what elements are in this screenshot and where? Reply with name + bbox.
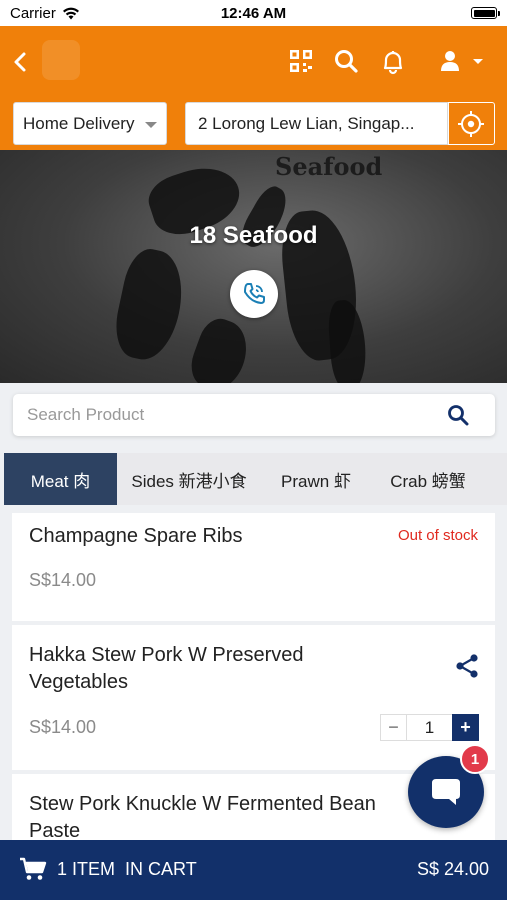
banner-brush-stroke (326, 298, 369, 383)
tab-prawn[interactable]: Prawn 虾 (261, 453, 371, 505)
product-name-line: Vegetables (29, 671, 128, 693)
stock-status: Out of stock (397, 527, 478, 544)
caret-down-icon[interactable] (471, 48, 485, 74)
increment-button[interactable]: + (452, 714, 479, 741)
user-icon[interactable] (437, 48, 463, 74)
share-icon[interactable] (455, 653, 479, 679)
quantity-stepper: − 1 + (380, 714, 479, 741)
product-name-line: Hakka Stew Pork W Preserved (29, 644, 304, 666)
tab-sides[interactable]: Sides 新港小食 (117, 453, 261, 505)
cart-item-count: 1 ITEM IN CART (57, 859, 197, 879)
product-name: Champagne Spare Ribs (29, 525, 243, 547)
phone-icon (244, 283, 265, 304)
chat-icon (432, 779, 460, 805)
status-left: Carrier (10, 5, 80, 22)
locate-button[interactable] (448, 102, 495, 145)
product-name: Hakka Stew Pork W Preserved Vegetables (29, 642, 304, 696)
cart-bar[interactable]: 1 ITEM IN CART S$ 24.00 (0, 840, 507, 900)
delivery-selectors: Home Delivery 2 Lorong Lew Lian, Singap.… (13, 102, 495, 145)
product-price: S$14.00 (29, 570, 97, 590)
header-toolbar (0, 26, 507, 98)
tab-crab[interactable]: Crab 螃蟹 (371, 453, 485, 505)
product-price: S$14.00 (29, 717, 97, 737)
category-tabs: Meat 肉 Sides 新港小食 Prawn 虾 Crab 螃蟹 (4, 453, 507, 505)
delivery-mode-select[interactable]: Home Delivery (13, 102, 167, 145)
address-field[interactable]: 2 Lorong Lew Lian, Singap... (185, 102, 448, 145)
search-input[interactable] (27, 394, 427, 436)
chat-unread-badge: 1 (460, 744, 490, 774)
cart-icon (20, 857, 47, 880)
product-name: Stew Pork Knuckle W Fermented Bean Paste (29, 791, 376, 845)
bell-icon[interactable] (379, 48, 407, 76)
search-icon[interactable] (333, 48, 359, 74)
tab-meat[interactable]: Meat 肉 (4, 453, 117, 505)
qr-code-icon[interactable] (288, 48, 314, 74)
delivery-mode-value: Home Delivery (23, 113, 135, 133)
banner-brush-stroke (109, 244, 191, 366)
quantity-value[interactable]: 1 (407, 714, 452, 741)
restaurant-name: 18 Seafood (189, 222, 318, 249)
address-value: 2 Lorong Lew Lian, Singap... (198, 113, 415, 133)
search-icon[interactable] (447, 404, 469, 426)
call-button[interactable] (230, 270, 278, 318)
product-search (13, 394, 495, 436)
carrier-label: Carrier (10, 4, 56, 22)
locate-icon (458, 111, 484, 137)
decrement-button[interactable]: − (380, 714, 407, 741)
product-card[interactable]: Hakka Stew Pork W Preserved Vegetables S… (12, 625, 495, 770)
cart-total: S$ 24.00 (416, 859, 489, 879)
battery-icon (471, 7, 500, 19)
restaurant-banner: Seafood 18 Seafood (0, 150, 507, 383)
header: Home Delivery 2 Lorong Lew Lian, Singap.… (0, 26, 507, 150)
back-icon[interactable] (8, 48, 32, 76)
status-bar: Carrier 12:46 AM (0, 0, 507, 26)
banner-brush-stroke (184, 313, 256, 383)
wifi-icon (62, 7, 79, 19)
dropdown-caret-icon (145, 122, 157, 128)
product-name-line: Stew Pork Knuckle W Fermented Bean (29, 793, 376, 815)
banner-watermark: Seafood (275, 152, 383, 181)
restaurant-logo (42, 40, 80, 80)
product-card[interactable]: Champagne Spare Ribs Out of stock S$14.0… (12, 513, 495, 621)
